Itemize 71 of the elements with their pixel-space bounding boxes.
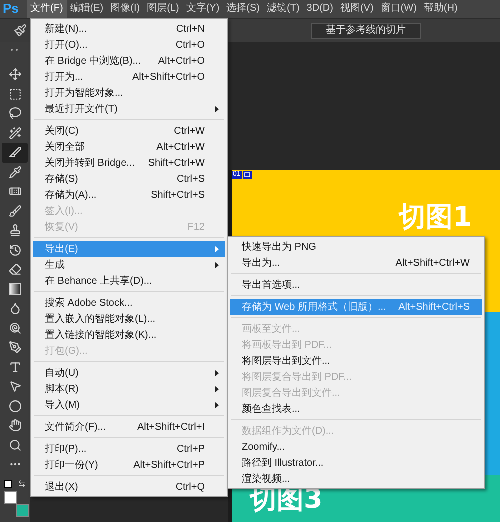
move-icon [8, 68, 22, 82]
slices-from-guides-button[interactable]: 基于参考线的切片 [311, 22, 421, 38]
tool-button[interactable] [2, 143, 28, 162]
menu-bar-item[interactable]: 帮助(H) [420, 0, 462, 18]
menu-item[interactable]: 渲染视频... [230, 471, 482, 487]
knife-icon [8, 146, 22, 160]
brush-icon [8, 204, 22, 218]
menu-item[interactable]: 搜索 Adobe Stock... [33, 295, 225, 311]
menu-item[interactable]: 在 Behance 上共享(D)... [33, 273, 225, 289]
menu-bar-item[interactable]: 文件(F) [27, 0, 67, 18]
menu-bar-item[interactable]: 图层(L) [144, 0, 183, 18]
menu-item[interactable]: 快速导出为 PNG [230, 239, 482, 255]
image-title: 切图1 [399, 203, 472, 233]
menu-item[interactable]: 自动(U) [33, 365, 225, 381]
menu-item[interactable]: 关闭全部 Alt+Ctrl+W [33, 139, 225, 155]
color-swatch[interactable] [4, 490, 17, 504]
menu-item[interactable]: 文件简介(F)... Alt+Shift+Ctrl+I [33, 419, 225, 435]
menu-bar-item[interactable]: 视图(V) [336, 0, 378, 18]
gradient-icon [9, 283, 21, 296]
menu-item[interactable]: 打开为智能对象... [33, 85, 225, 101]
swap-icon[interactable] [18, 480, 26, 488]
default-colors-icon[interactable] [4, 480, 12, 488]
menu-item[interactable]: 导出为... Alt+Shift+Ctrl+W [230, 255, 482, 271]
grip-icon[interactable] [10, 48, 20, 52]
menu-item[interactable]: 关闭并转到 Bridge... Shift+Ctrl+W [33, 155, 225, 171]
menu-item[interactable]: 新建(N)... Ctrl+N [33, 21, 225, 37]
menu-item[interactable]: 置入嵌入的智能对象(L)... [33, 311, 225, 327]
ellipse-icon [8, 400, 22, 413]
menu-item[interactable]: 颜色查找表... [230, 401, 482, 417]
menu-bar-item[interactable]: 文字(Y) [182, 0, 224, 18]
menu-item[interactable]: 导入(M) [33, 397, 225, 413]
menu-item[interactable]: 存储(S) Ctrl+S [33, 171, 225, 187]
menu-bar-item[interactable]: 选择(S) [223, 0, 264, 18]
type-icon [8, 360, 22, 374]
wand-icon [8, 126, 22, 140]
menu-bar-item[interactable]: 图像(I) [107, 0, 144, 18]
menu-item[interactable]: 最近打开文件(T) [33, 101, 225, 117]
lasso-icon [8, 107, 22, 120]
menu-bar-item[interactable]: 编辑(E) [66, 0, 108, 18]
menu-item[interactable]: 置入链接的智能对象(K)... [33, 327, 225, 343]
eyedropper-icon [8, 166, 22, 179]
menu-item[interactable]: 打开为... Alt+Shift+Ctrl+O [33, 69, 225, 85]
pen-icon [8, 341, 22, 354]
menu-item[interactable]: 导出首选项... [230, 277, 482, 293]
stamp-icon [8, 224, 22, 238]
zoom-icon [8, 438, 22, 452]
menu-item[interactable]: 打印一份(Y) Alt+Shift+Ctrl+P [33, 457, 225, 473]
menu-item[interactable]: 生成 [33, 257, 225, 273]
menu-item[interactable]: 在 Bridge 中浏览(B)... Alt+Ctrl+O [33, 53, 225, 69]
menu-item[interactable]: 打开(O)... Ctrl+O [33, 37, 225, 53]
color-swatch[interactable] [16, 504, 29, 516]
menu-item[interactable]: 退出(X) Ctrl+Q [33, 479, 225, 495]
hand-icon [8, 419, 22, 432]
menu-item[interactable]: 打印(P)... Ctrl+P [33, 441, 225, 457]
lollipop-icon [8, 322, 22, 335]
menu-item[interactable]: 关闭(C) Ctrl+W [33, 123, 225, 139]
bandage-icon [8, 185, 22, 198]
menu-bar-item[interactable]: 窗口(W) [377, 0, 420, 18]
menu-item[interactable]: 将图层导出到文件... [230, 353, 482, 369]
menu-item[interactable]: 路径到 Illustrator... [230, 455, 482, 471]
history-icon [8, 244, 22, 257]
eraser-icon [8, 263, 22, 276]
menu-bar-item[interactable]: 3D(D) [303, 0, 337, 18]
menu-item[interactable]: Zoomify... [230, 439, 482, 455]
menu-item[interactable]: 脚本(R) [33, 381, 225, 397]
dashed-square-icon [8, 88, 22, 101]
menu-item[interactable]: 存储为(A)... Shift+Ctrl+S [33, 187, 225, 203]
droplet-icon [8, 302, 22, 316]
pointer-icon [8, 380, 22, 394]
app-logo[interactable]: Ps [3, 0, 27, 18]
menu-bar-item[interactable]: 滤镜(T) [264, 0, 304, 18]
